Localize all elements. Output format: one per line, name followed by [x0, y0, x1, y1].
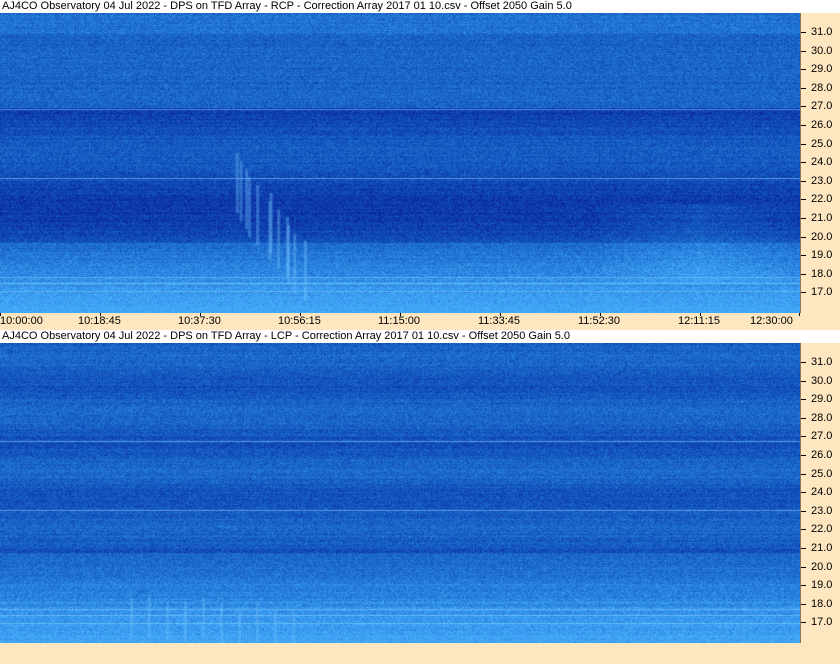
lcp-freq-tick — [801, 604, 806, 605]
lcp-spectrogram — [0, 343, 800, 643]
rcp-freq-label: 27.0 — [811, 100, 833, 112]
rcp-freq-tick — [801, 292, 806, 293]
rcp-freq-label: 30.0 — [811, 45, 833, 57]
rcp-freq-tick — [801, 32, 806, 33]
rcp-freq-tick — [801, 237, 806, 238]
lcp-frequency-axis: 31.0 30.0 29.0 28.0 27.0 26.0 25.0 24.0 23.0 22.0… — [800, 343, 840, 643]
rcp-freq-tick — [801, 106, 806, 107]
rcp-freq-tick — [801, 199, 806, 200]
lcp-freq-tick — [801, 399, 806, 400]
rcp-freq-tick — [801, 51, 806, 52]
lcp-freq-tick — [801, 622, 806, 623]
rcp-spectrogram-canvas — [0, 13, 800, 313]
lcp-freq-tick — [801, 585, 806, 586]
lcp-freq-tick — [801, 529, 806, 530]
lcp-freq-label: 29.0 — [811, 393, 833, 405]
time-label: 10:56:15 — [278, 315, 321, 327]
lcp-freq-label: 17.0 — [811, 616, 833, 628]
lcp-freq-label: 18.0 — [811, 598, 833, 610]
lcp-freq-label: 25.0 — [811, 468, 833, 480]
rcp-freq-tick — [801, 255, 806, 256]
lcp-freq-tick — [801, 418, 806, 419]
rcp-time-axis: 10:00:00 10:18:45 10:37:30 10:56:15 11:15:00… — [0, 313, 840, 330]
lcp-freq-tick — [801, 455, 806, 456]
lcp-freq-label: 27.0 — [811, 430, 833, 442]
lcp-freq-label: 30.0 — [811, 375, 833, 387]
time-label: 10:18:45 — [78, 315, 121, 327]
rcp-freq-label: 25.0 — [811, 138, 833, 150]
lcp-freq-label: 22.0 — [811, 523, 833, 535]
rcp-freq-label: 24.0 — [811, 156, 833, 168]
time-label: 10:00:00 — [0, 315, 43, 327]
lcp-freq-label: 20.0 — [811, 561, 833, 573]
rcp-freq-tick — [801, 69, 806, 70]
rcp-freq-label: 29.0 — [811, 63, 833, 75]
rcp-freq-tick — [801, 162, 806, 163]
time-label: 10:37:30 — [178, 315, 221, 327]
rcp-freq-tick — [801, 218, 806, 219]
lcp-freq-label: 21.0 — [811, 542, 833, 554]
time-label: 12:30:00 — [750, 315, 793, 327]
rcp-freq-label: 17.0 — [811, 286, 833, 298]
time-label: 12:11:15 — [678, 315, 721, 327]
rcp-freq-tick — [801, 144, 806, 145]
lcp-freq-tick — [801, 567, 806, 568]
rcp-freq-label: 18.0 — [811, 268, 833, 280]
rcp-freq-label: 28.0 — [811, 82, 833, 94]
rcp-freq-tick — [801, 125, 806, 126]
time-label: 11:15:00 — [378, 315, 421, 327]
rcp-freq-label: 22.0 — [811, 193, 833, 205]
rcp-freq-label: 20.0 — [811, 231, 833, 243]
lcp-freq-label: 28.0 — [811, 412, 833, 424]
rcp-freq-tick — [801, 88, 806, 89]
rcp-freq-label: 21.0 — [811, 212, 833, 224]
rcp-freq-label: 31.0 — [811, 26, 833, 38]
rcp-freq-label: 19.0 — [811, 249, 833, 261]
lcp-freq-label: 19.0 — [811, 579, 833, 591]
rcp-title: AJ4CO Observatory 04 Jul 2022 - DPS on T… — [2, 0, 572, 12]
lcp-title: AJ4CO Observatory 04 Jul 2022 - DPS on T… — [2, 330, 570, 343]
time-label: 11:52:30 — [578, 315, 621, 327]
time-label: 11:33:45 — [478, 315, 521, 327]
lcp-freq-tick — [801, 381, 806, 382]
lcp-freq-tick — [801, 492, 806, 493]
lcp-freq-label: 24.0 — [811, 486, 833, 498]
lcp-freq-tick — [801, 362, 806, 363]
lcp-freq-tick — [801, 511, 806, 512]
lcp-freq-label: 31.0 — [811, 356, 833, 368]
lcp-freq-label: 23.0 — [811, 505, 833, 517]
lcp-spectrogram-canvas — [0, 343, 800, 643]
rcp-freq-label: 23.0 — [811, 175, 833, 187]
time-tick — [799, 313, 800, 316]
lcp-freq-tick — [801, 436, 806, 437]
rcp-freq-tick — [801, 274, 806, 275]
lcp-bottom-bar — [0, 643, 840, 664]
lcp-freq-tick — [801, 474, 806, 475]
rcp-frequency-axis: 31.0 30.0 29.0 28.0 27.0 26.0 25.0 24.0 23.0 22.0… — [800, 13, 840, 313]
rcp-freq-tick — [801, 181, 806, 182]
rcp-spectrogram — [0, 13, 800, 313]
lcp-freq-label: 26.0 — [811, 449, 833, 461]
lcp-freq-tick — [801, 548, 806, 549]
rcp-freq-label: 26.0 — [811, 119, 833, 131]
